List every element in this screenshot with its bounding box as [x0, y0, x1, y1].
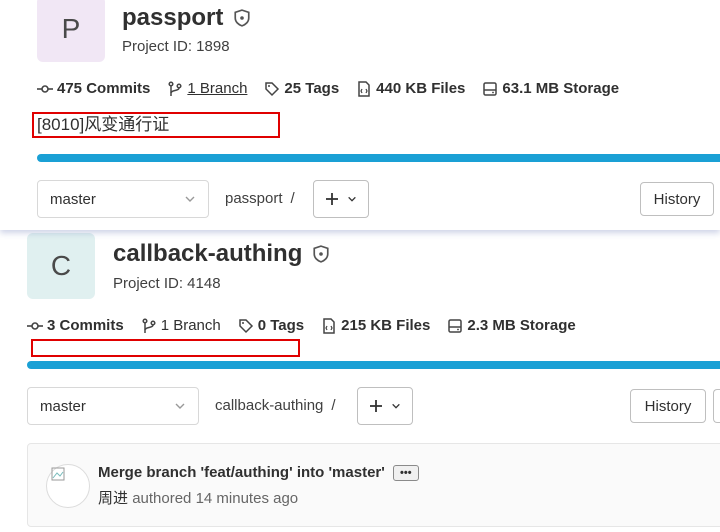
branch-stat[interactable]: 1 Branch	[141, 317, 221, 334]
tag-icon	[265, 81, 280, 96]
commit-title-row: Merge branch 'feat/authing' into 'master…	[98, 464, 419, 481]
branch-icon	[142, 317, 156, 333]
files-stat[interactable]: 215 KB Files	[321, 317, 430, 334]
avatar-letter: C	[50, 250, 72, 281]
file-icon	[323, 317, 335, 334]
chevron-down-icon	[185, 196, 195, 202]
chevron-down-icon	[348, 196, 356, 202]
breadcrumb: callback-authing /	[215, 397, 336, 414]
branch-label: 1 Branch	[187, 80, 248, 97]
tags-label: 0 Tags	[257, 317, 305, 334]
commits-label: 3 Commits	[47, 317, 124, 334]
tags-label: 25 Tags	[284, 80, 340, 97]
commits-label: 475 Commits	[57, 80, 151, 97]
project-name[interactable]: callback-authing	[113, 240, 302, 268]
commits-stat[interactable]: 475 Commits	[37, 80, 150, 97]
add-file-button[interactable]	[357, 387, 413, 425]
branch-icon	[168, 80, 182, 96]
commits-stat[interactable]: 3 Commits	[27, 317, 124, 334]
branch-select-value: master	[50, 190, 96, 208]
project-title: passport	[122, 4, 251, 32]
branch-select[interactable]: master	[27, 387, 199, 425]
storage-label: 63.1 MB Storage	[502, 80, 620, 97]
branch-label: 1 Branch	[160, 317, 221, 334]
project-id: Project ID: 1898	[122, 38, 230, 55]
storage-label: 2.3 MB Storage	[467, 317, 576, 334]
project-header-callback-authing: C callback-authing Project ID: 4148 3 Co…	[0, 230, 720, 532]
storage-stat[interactable]: 2.3 MB Storage	[447, 317, 576, 334]
broken-image-icon	[51, 467, 65, 481]
overflow-button[interactable]	[713, 389, 720, 423]
avatar-letter: P	[61, 13, 81, 44]
breadcrumb: passport /	[225, 190, 295, 207]
branch-stat[interactable]: 1 Branch	[167, 80, 247, 97]
last-commit-card: Merge branch 'feat/authing' into 'master…	[27, 443, 720, 527]
project-description	[31, 339, 300, 357]
project-title: callback-authing	[113, 240, 330, 268]
files-label: 440 KB Files	[376, 80, 466, 97]
path-root[interactable]: callback-authing	[215, 397, 323, 414]
files-stat[interactable]: 440 KB Files	[356, 80, 465, 97]
project-id: Project ID: 4148	[113, 275, 221, 292]
storage-icon	[483, 81, 498, 96]
chevron-down-icon	[392, 403, 400, 409]
project-name[interactable]: passport	[122, 4, 223, 32]
tags-stat[interactable]: 25 Tags	[264, 80, 339, 97]
path-separator: /	[290, 190, 295, 207]
files-label: 215 KB Files	[341, 317, 431, 334]
commit-message[interactable]: Merge branch 'feat/authing' into 'master…	[98, 464, 385, 481]
branch-select[interactable]: master	[37, 180, 209, 218]
history-button[interactable]: History	[640, 182, 714, 216]
project-description: [8010]风变通行证	[32, 112, 280, 138]
language-bar	[37, 154, 720, 162]
project-stats: 475 Commits 1 Branch 25 Tags 440 KB File…	[37, 80, 636, 97]
history-button[interactable]: History	[630, 389, 706, 423]
project-avatar[interactable]: C	[27, 233, 95, 299]
tags-stat[interactable]: 0 Tags	[238, 317, 304, 334]
commit-meta: 周进 authored 14 minutes ago	[98, 487, 298, 508]
commit-author-avatar[interactable]	[46, 464, 90, 508]
project-avatar[interactable]: P	[37, 0, 105, 62]
project-header-passport: P passport Project ID: 1898 475 Commits …	[0, 0, 720, 230]
file-icon	[358, 80, 370, 97]
commit-author[interactable]: 周进	[98, 490, 128, 507]
commit-time: authored 14 minutes ago	[132, 490, 299, 507]
chevron-down-icon	[175, 403, 185, 409]
commit-expand-button[interactable]: •••	[392, 464, 419, 481]
add-file-button[interactable]	[313, 180, 369, 218]
path-separator: /	[331, 397, 336, 414]
branch-select-value: master	[40, 397, 86, 415]
commit-icon	[37, 84, 53, 93]
language-bar	[27, 361, 720, 369]
plus-icon	[326, 193, 338, 205]
tag-icon	[238, 318, 253, 333]
shield-icon	[313, 245, 329, 263]
commit-icon	[27, 321, 43, 330]
shield-icon	[234, 9, 250, 27]
storage-stat[interactable]: 63.1 MB Storage	[482, 80, 619, 97]
plus-icon	[370, 400, 382, 412]
path-root[interactable]: passport	[225, 190, 283, 207]
project-stats: 3 Commits 1 Branch 0 Tags 215 KB Files 2…	[27, 317, 593, 334]
storage-icon	[448, 318, 463, 333]
